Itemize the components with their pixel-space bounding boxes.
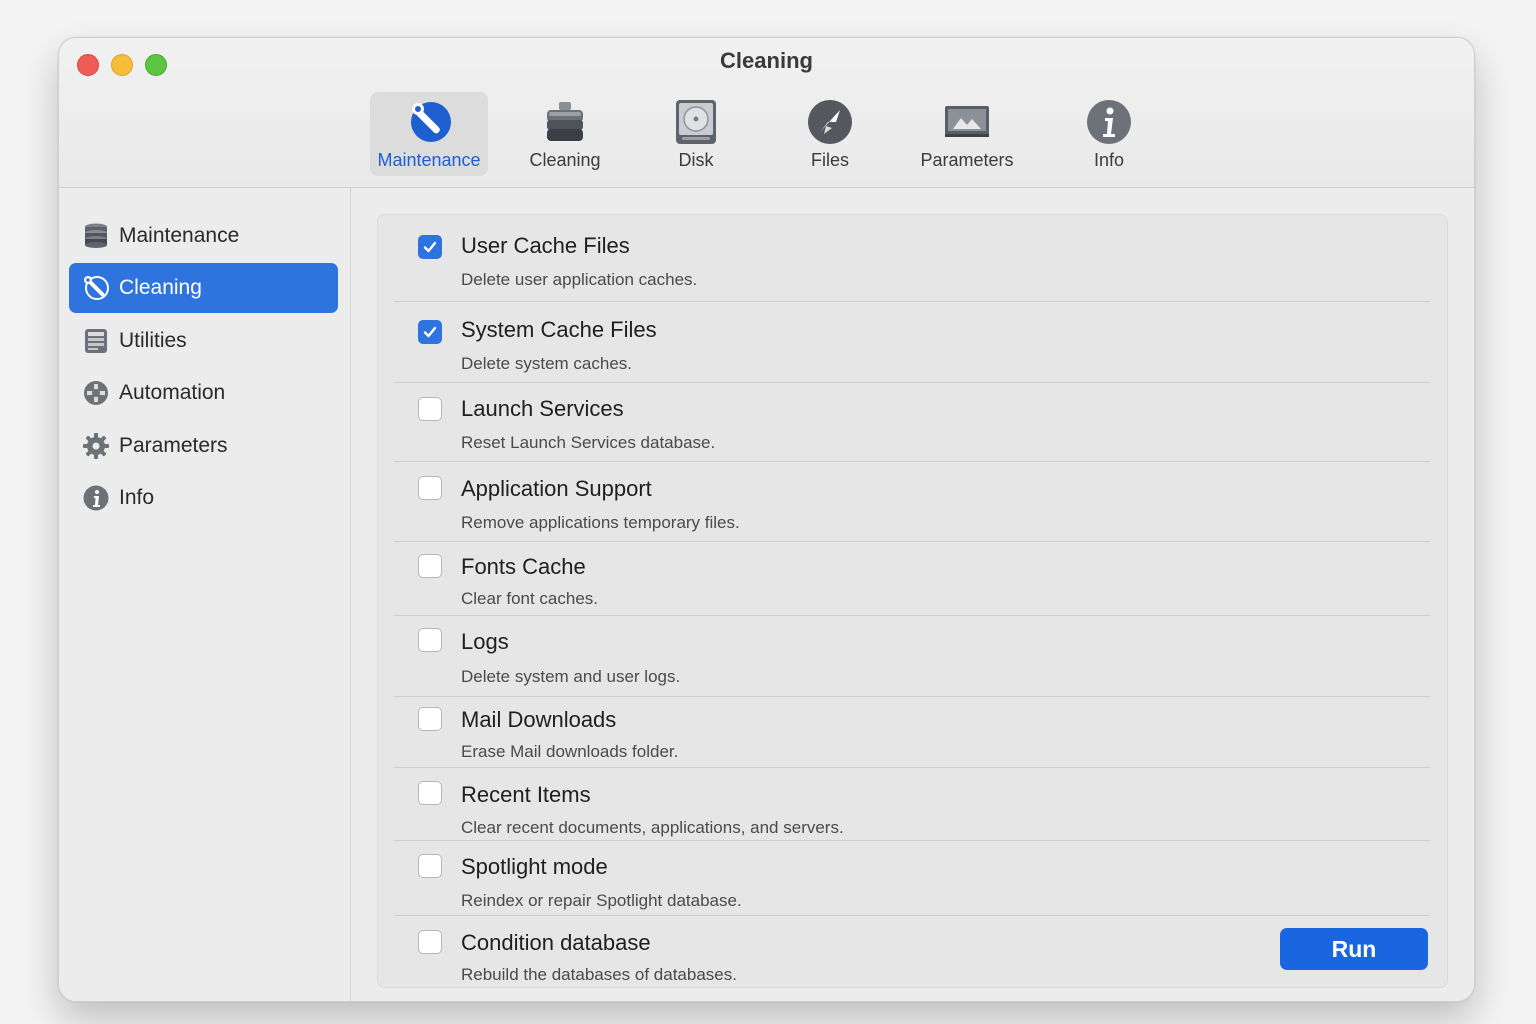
- option-title: Fonts Cache: [461, 554, 586, 579]
- option-row: Condition database Rebuild the databases…: [394, 916, 1430, 986]
- info-icon: [81, 483, 111, 513]
- sidebar: Maintenance Cleaning Utilities Automatio…: [59, 188, 351, 1001]
- option-description: Delete system and user logs.: [461, 667, 681, 686]
- option-checkbox[interactable]: [418, 628, 442, 652]
- sidebar-item-label: Automation: [119, 381, 226, 404]
- option-row: Fonts Cache Clear font caches.: [394, 542, 1430, 616]
- wrench-icon: [81, 273, 111, 303]
- sidebar-item-label: Info: [119, 486, 155, 509]
- option-checkbox[interactable]: [418, 781, 442, 805]
- option-row: Recent Items Clear recent documents, app…: [394, 768, 1430, 841]
- toolbar-info[interactable]: Info: [1050, 92, 1168, 176]
- option-checkbox[interactable]: [418, 930, 442, 954]
- toolbar-label: Info: [1093, 150, 1125, 170]
- option-checkbox[interactable]: [418, 397, 442, 421]
- option-row: Launch Services Reset Launch Services da…: [394, 383, 1430, 462]
- option-description: Delete user application caches.: [461, 270, 698, 289]
- toolbar-disk[interactable]: Disk: [637, 92, 755, 176]
- option-row: Application Support Remove applications …: [394, 462, 1430, 542]
- option-checkbox[interactable]: [418, 235, 442, 259]
- run-button[interactable]: Run: [1280, 928, 1428, 970]
- option-description: Reindex or repair Spotlight database.: [461, 891, 742, 910]
- drawer-icon: [541, 98, 589, 146]
- sidebar-item-label: Parameters: [119, 434, 228, 457]
- sidebar-item-label: Cleaning: [119, 276, 202, 299]
- info-icon: [1085, 98, 1133, 146]
- option-description: Erase Mail downloads folder.: [461, 742, 679, 761]
- option-checkbox[interactable]: [418, 476, 442, 500]
- option-title: Logs: [461, 629, 509, 654]
- toolbar-maintenance[interactable]: Maintenance: [370, 92, 488, 176]
- option-title: Spotlight mode: [461, 854, 608, 879]
- option-row: User Cache Files Delete user application…: [394, 215, 1430, 302]
- option-title: Condition database: [461, 930, 651, 955]
- app-window: Cleaning Maintenance Cleaning Disk Files…: [58, 37, 1475, 1002]
- options-panel: User Cache Files Delete user application…: [377, 214, 1448, 988]
- window-title: Cleaning: [720, 48, 813, 73]
- option-description: Remove applications temporary files.: [461, 513, 740, 532]
- option-description: Delete system caches.: [461, 354, 633, 373]
- automation-icon: [81, 378, 111, 408]
- option-title: Launch Services: [461, 396, 624, 421]
- toolbar-label: Parameters: [920, 150, 1014, 170]
- toolbar-label: Disk: [678, 150, 714, 170]
- option-row: Mail Downloads Erase Mail downloads fold…: [394, 697, 1430, 768]
- disk-icon: [672, 98, 720, 146]
- toolbar-label: Cleaning: [529, 150, 601, 170]
- toolbar-files[interactable]: Files: [771, 92, 889, 176]
- checkmark-icon: [423, 326, 437, 338]
- gear-icon: [81, 431, 111, 461]
- title-bar: Cleaning Maintenance Cleaning Disk Files…: [59, 38, 1474, 188]
- option-checkbox[interactable]: [418, 854, 442, 878]
- checkmark-icon: [423, 241, 437, 253]
- option-row: Spotlight mode Reindex or repair Spotlig…: [394, 841, 1430, 916]
- sidebar-item-utilities[interactable]: Utilities: [69, 316, 338, 366]
- sidebar-item-parameters[interactable]: Parameters: [69, 421, 338, 471]
- toolbar-cleaning[interactable]: Cleaning: [506, 92, 624, 176]
- files-icon: [806, 98, 854, 146]
- toolbar-label: Files: [810, 150, 849, 170]
- option-row: System Cache Files Delete system caches.: [394, 302, 1430, 383]
- option-description: Clear font caches.: [461, 589, 599, 608]
- option-title: User Cache Files: [461, 233, 630, 258]
- toolbar-parameters[interactable]: Parameters: [908, 92, 1026, 176]
- option-title: Application Support: [461, 476, 652, 501]
- utilities-icon: [81, 326, 111, 356]
- option-checkbox[interactable]: [418, 320, 442, 344]
- option-checkbox[interactable]: [418, 554, 442, 578]
- display-icon: [943, 98, 991, 146]
- option-title: Mail Downloads: [461, 707, 617, 732]
- option-title: Recent Items: [461, 782, 591, 807]
- option-row: Logs Delete system and user logs.: [394, 616, 1430, 697]
- sidebar-item-label: Utilities: [119, 329, 187, 352]
- sidebar-item-maintenance[interactable]: Maintenance: [69, 211, 338, 261]
- wrench-icon: [405, 98, 453, 146]
- option-description: Clear recent documents, applications, an…: [461, 818, 844, 837]
- sidebar-item-automation[interactable]: Automation: [69, 368, 338, 418]
- sidebar-item-cleaning[interactable]: Cleaning: [69, 263, 338, 313]
- toolbar-label: Maintenance: [377, 150, 481, 170]
- option-title: System Cache Files: [461, 317, 657, 342]
- option-checkbox[interactable]: [418, 707, 442, 731]
- option-description: Rebuild the databases of databases.: [461, 965, 737, 984]
- sidebar-item-info[interactable]: Info: [69, 473, 338, 523]
- sidebar-item-label: Maintenance: [119, 224, 240, 247]
- database-icon: [81, 221, 111, 251]
- option-description: Reset Launch Services database.: [461, 433, 716, 452]
